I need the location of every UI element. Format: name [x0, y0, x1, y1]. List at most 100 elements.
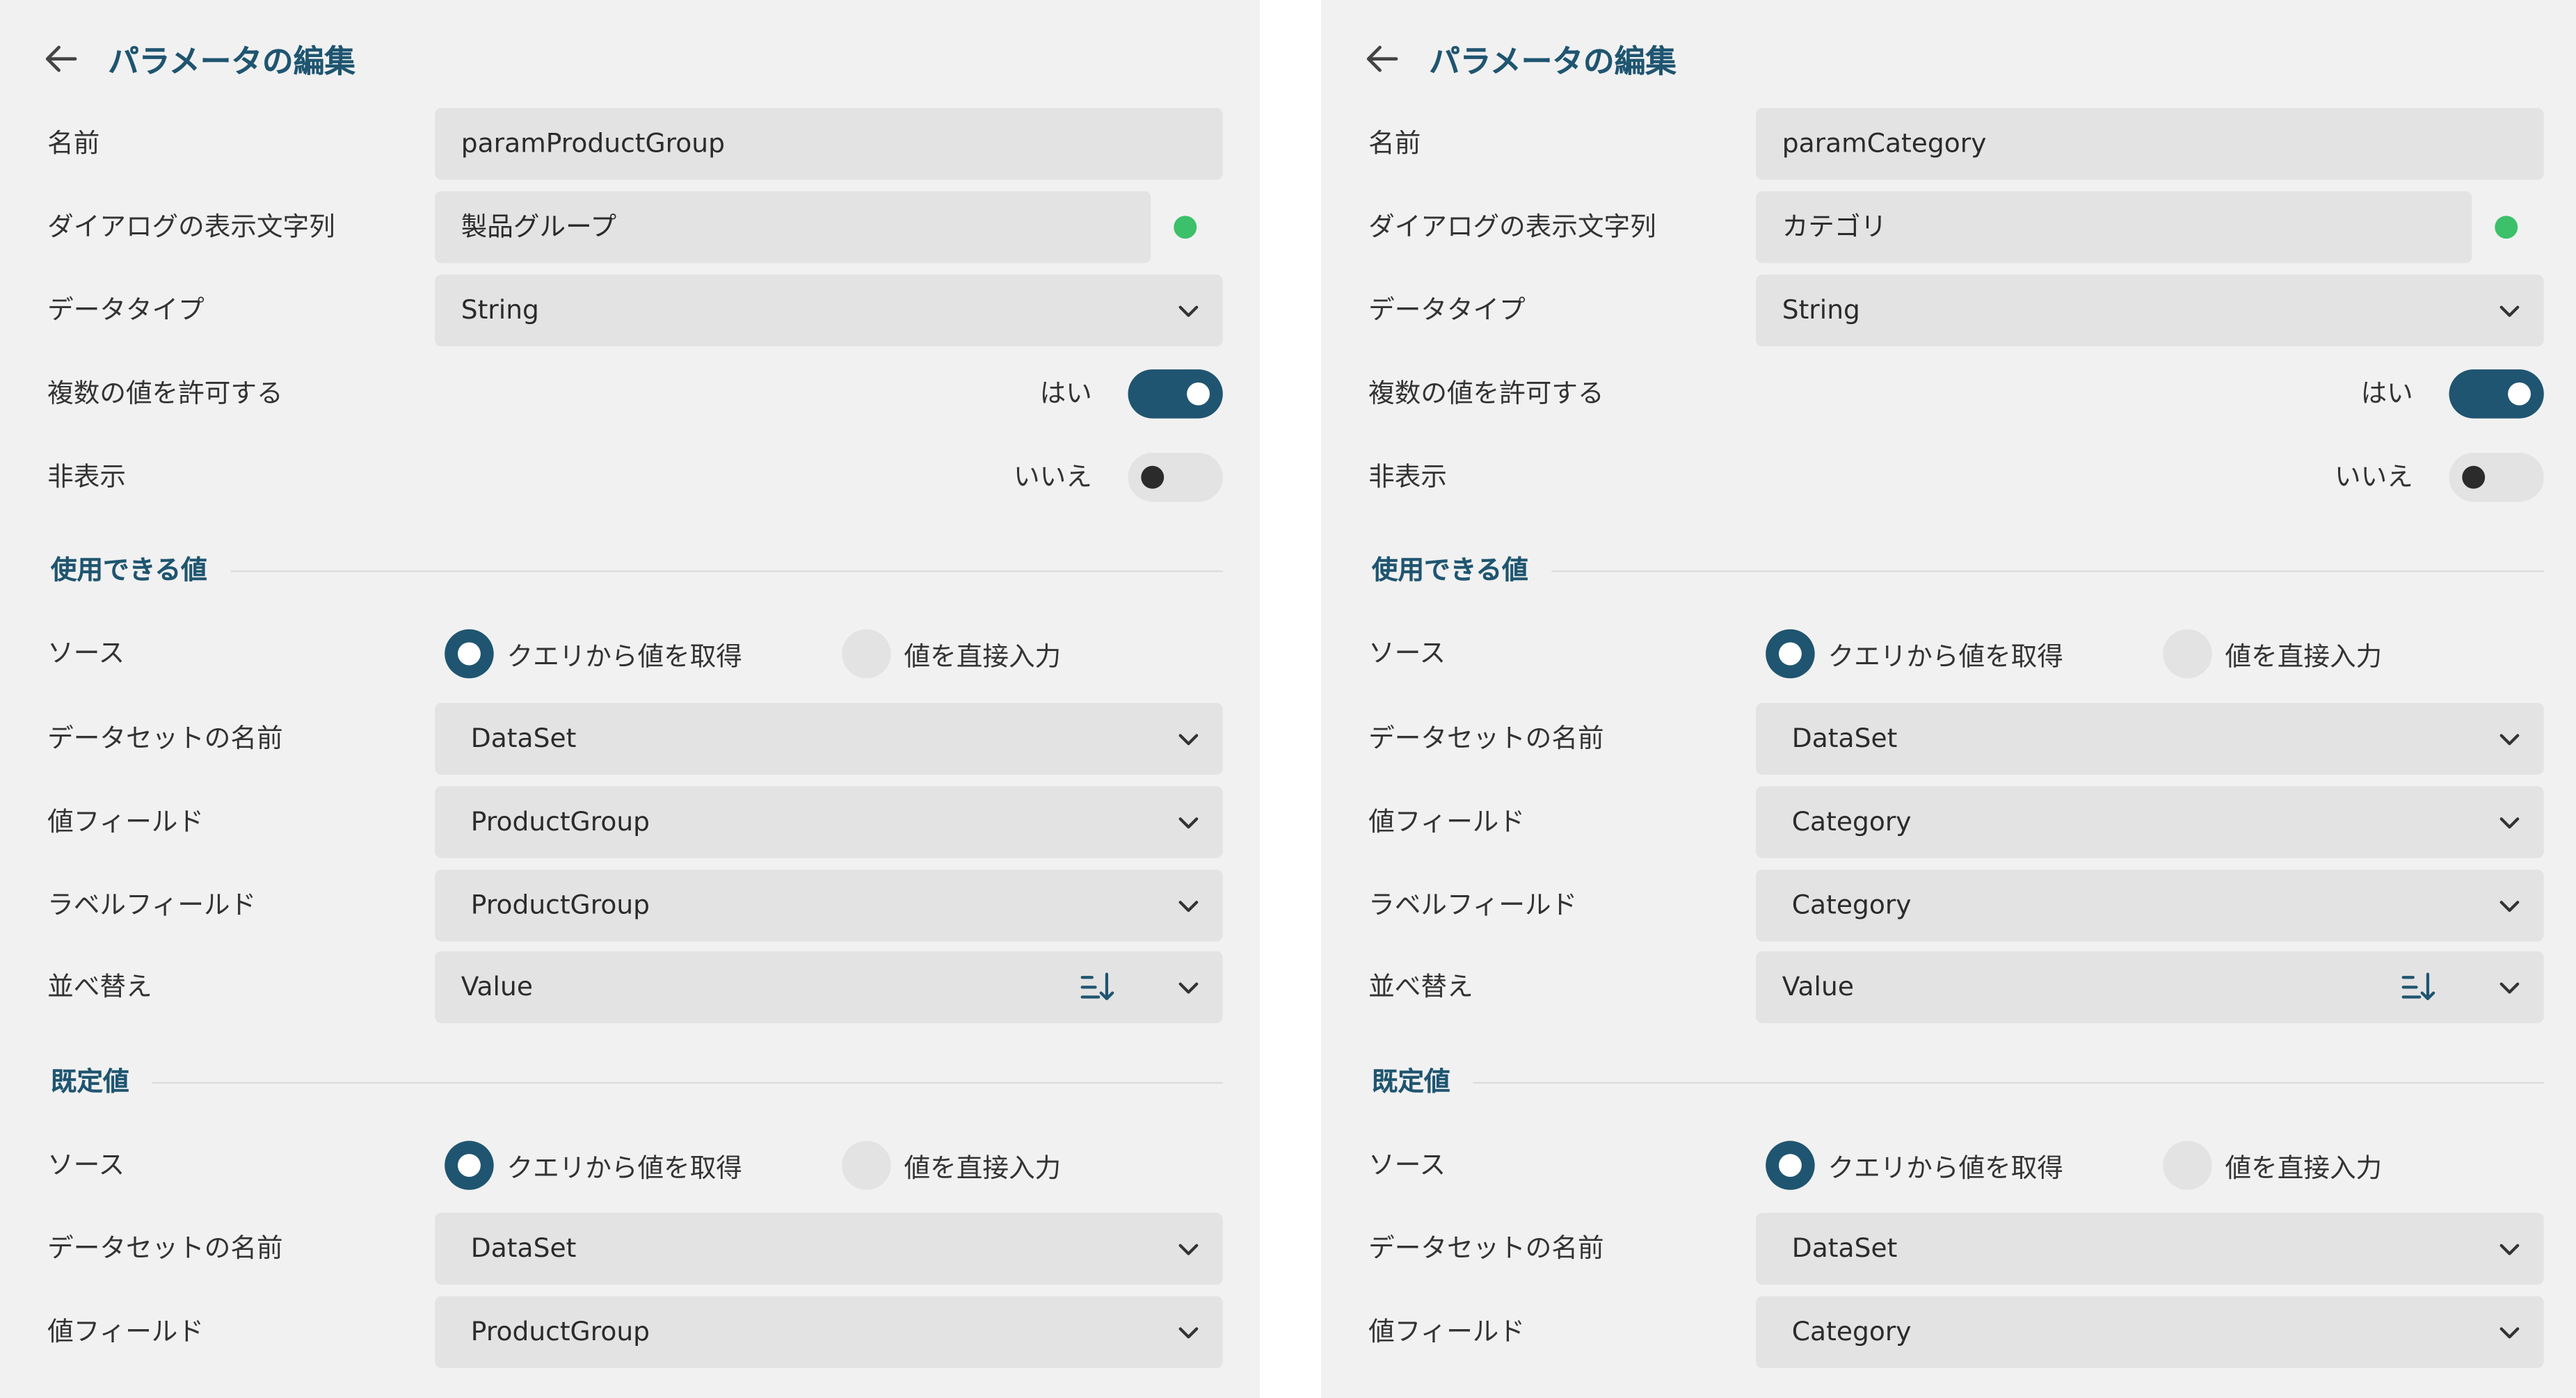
default-value-field-dropdown[interactable]: ProductGroup: [435, 1296, 1223, 1368]
name-input[interactable]: paramProductGroup: [435, 108, 1223, 180]
prompt-row: ダイアログの表示文字列 カテゴリ: [1321, 191, 2576, 264]
available-source-query-label: クエリから値を取得: [1827, 641, 2063, 672]
default-dataset-dropdown[interactable]: DataSet: [1756, 1212, 2544, 1285]
available-value-field-dropdown[interactable]: ProductGroup: [435, 786, 1223, 858]
datatype-value: String: [1782, 294, 1860, 326]
hidden-label: 非表示: [1368, 460, 1447, 492]
available-sort-dropdown[interactable]: Value: [1756, 951, 2544, 1024]
hidden-row: 非表示 いいえ: [0, 442, 1258, 513]
name-row: 名前 paramProductGroup: [0, 108, 1258, 180]
available-value-field-dropdown[interactable]: Category: [1756, 786, 2544, 858]
sort-ascending-icon[interactable]: [1079, 971, 1115, 1004]
default-value-field-value: ProductGroup: [470, 1315, 650, 1347]
prompt-row: ダイアログの表示文字列 製品グループ: [0, 191, 1258, 264]
chevron-down-icon: [2499, 1244, 2520, 1255]
default-dataset-row: データセットの名前 DataSet: [0, 1212, 1258, 1285]
prompt-input[interactable]: カテゴリ: [1756, 191, 2472, 264]
default-source-manual-radio[interactable]: 値を直接入力: [2163, 1130, 2382, 1201]
name-label: 名前: [1368, 127, 1421, 159]
page-title: パラメータの編集: [108, 43, 355, 79]
toggle-knob: [2462, 465, 2486, 489]
available-label-field-value: ProductGroup: [470, 889, 650, 921]
available-sort-dropdown[interactable]: Value: [435, 951, 1223, 1024]
default-values-section: 既定値: [1321, 1057, 2576, 1107]
available-label-field-row: ラベルフィールド Category: [1321, 869, 2576, 942]
hidden-toggle[interactable]: [2449, 452, 2544, 502]
name-label: 名前: [47, 127, 100, 159]
radio-unchecked-icon: [842, 1141, 891, 1190]
sort-ascending-icon[interactable]: [2400, 971, 2436, 1004]
available-label-field-label: ラベルフィールド: [1368, 889, 1578, 921]
default-source-manual-radio[interactable]: 値を直接入力: [842, 1130, 1061, 1201]
radio-unchecked-icon: [2163, 1141, 2212, 1190]
prompt-input[interactable]: 製品グループ: [435, 191, 1151, 264]
available-value-field-row: 値フィールド ProductGroup: [0, 786, 1258, 858]
available-source-query-radio[interactable]: クエリから値を取得: [1766, 618, 2063, 689]
available-source-manual-radio[interactable]: 値を直接入力: [842, 618, 1061, 689]
available-sort-value: Value: [461, 970, 533, 1002]
available-source-query-radio[interactable]: クエリから値を取得: [445, 618, 742, 689]
datatype-dropdown[interactable]: String: [1756, 274, 2544, 347]
default-source-query-radio[interactable]: クエリから値を取得: [1766, 1130, 2063, 1201]
default-value-field-row: 値フィールド Category: [1321, 1296, 2576, 1368]
available-dataset-dropdown[interactable]: DataSet: [1756, 702, 2544, 775]
available-source-label: ソース: [47, 637, 125, 669]
default-dataset-dropdown[interactable]: DataSet: [435, 1212, 1223, 1285]
hidden-toggle[interactable]: [1128, 452, 1223, 502]
default-value-field-label: 値フィールド: [47, 1315, 205, 1347]
default-dataset-label: データセットの名前: [1368, 1232, 1604, 1264]
name-input[interactable]: paramCategory: [1756, 108, 2544, 180]
available-source-manual-label: 値を直接入力: [904, 641, 1062, 672]
available-label-field-dropdown[interactable]: ProductGroup: [435, 869, 1223, 942]
available-sort-value: Value: [1782, 970, 1854, 1002]
default-source-query-radio[interactable]: クエリから値を取得: [445, 1130, 742, 1201]
status-dot: [1174, 216, 1197, 239]
radio-checked-icon: [1766, 1141, 1815, 1190]
toggle-knob: [2508, 382, 2531, 405]
name-row: 名前 paramCategory: [1321, 108, 2576, 180]
panel-header: パラメータの編集: [1363, 36, 1677, 82]
chevron-down-icon: [1178, 734, 1199, 746]
multi-value-label: 複数の値を許可する: [47, 377, 283, 409]
available-source-row: ソース クエリから値を取得 値を直接入力: [0, 618, 1258, 689]
multi-value-state: はい: [1039, 377, 1092, 409]
multi-value-row: 複数の値を許可する はい: [1321, 358, 2576, 430]
arrow-left-icon[interactable]: [1363, 41, 1400, 77]
default-values-section: 既定値: [0, 1057, 1258, 1107]
available-source-label: ソース: [1368, 637, 1446, 669]
chevron-down-icon: [1178, 901, 1199, 913]
parameter-editor-panel-2: パラメータの編集 名前 paramCategory ダイアログの表示文字列 カテ…: [1321, 0, 2576, 1398]
chevron-down-icon: [2499, 901, 2520, 913]
name-input-value: paramCategory: [1782, 127, 1987, 159]
default-dataset-value: DataSet: [1791, 1232, 1898, 1264]
available-label-field-dropdown[interactable]: Category: [1756, 869, 2544, 942]
multi-value-state: はい: [2360, 377, 2413, 409]
arrow-left-icon[interactable]: [42, 41, 79, 77]
available-value-field-value: ProductGroup: [470, 805, 650, 837]
panel-header: パラメータの編集: [42, 36, 355, 82]
multi-value-toggle[interactable]: [1128, 369, 1223, 419]
radio-unchecked-icon: [842, 629, 891, 679]
page-title: パラメータの編集: [1429, 43, 1677, 79]
chevron-down-icon: [1178, 817, 1199, 829]
datatype-row: データタイプ String: [1321, 274, 2576, 347]
available-dataset-value: DataSet: [470, 722, 577, 754]
available-dataset-dropdown[interactable]: DataSet: [435, 702, 1223, 775]
datatype-row: データタイプ String: [0, 274, 1258, 347]
radio-unchecked-icon: [2163, 629, 2212, 679]
available-dataset-value: DataSet: [1791, 722, 1898, 754]
datatype-value: String: [461, 294, 539, 326]
parameter-editor-panel-1: パラメータの編集 名前 paramProductGroup ダイアログの表示文字…: [0, 0, 1260, 1398]
available-dataset-row: データセットの名前 DataSet: [0, 702, 1258, 775]
default-value-field-dropdown[interactable]: Category: [1756, 1296, 2544, 1368]
hidden-label: 非表示: [47, 460, 126, 492]
radio-checked-icon: [445, 629, 494, 679]
radio-checked-icon: [1766, 629, 1815, 679]
datatype-dropdown[interactable]: String: [435, 274, 1223, 347]
multi-value-toggle[interactable]: [2449, 369, 2544, 419]
available-dataset-label: データセットの名前: [1368, 722, 1604, 754]
available-value-field-label: 値フィールド: [47, 805, 205, 837]
prompt-label: ダイアログの表示文字列: [47, 211, 335, 242]
available-values-section: 使用できる値: [1321, 545, 2576, 595]
available-source-manual-radio[interactable]: 値を直接入力: [2163, 618, 2382, 689]
